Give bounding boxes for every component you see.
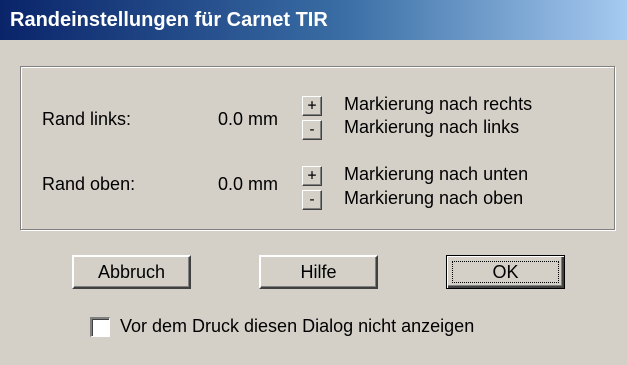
top-margin-increase-button[interactable]: + bbox=[302, 166, 322, 186]
left-margin-value: 0.0 mm bbox=[218, 109, 279, 129]
dialog-title: Randeinstellungen für Carnet TIR bbox=[10, 9, 328, 31]
top-margin-plus-description: Markierung nach unten bbox=[344, 164, 529, 184]
top-margin-minus-description: Markierung nach oben bbox=[344, 188, 524, 208]
left-margin-increase-button[interactable]: + bbox=[302, 96, 322, 116]
ok-button-label: OK bbox=[452, 261, 559, 283]
ok-button[interactable]: OK bbox=[446, 255, 565, 289]
help-button[interactable]: Hilfe bbox=[259, 255, 378, 289]
dont-show-dialog-label[interactable]: Vor dem Druck diesen Dialog nicht anzeig… bbox=[120, 316, 474, 337]
left-margin-decrease-button[interactable]: - bbox=[302, 120, 322, 140]
left-margin-label: Rand links: bbox=[42, 109, 132, 129]
left-margin-plus-description: Markierung nach rechts bbox=[344, 94, 533, 114]
top-margin-label: Rand oben: bbox=[42, 174, 136, 194]
left-margin-minus-description: Markierung nach links bbox=[344, 117, 520, 137]
top-margin-value: 0.0 mm bbox=[218, 174, 279, 194]
top-margin-decrease-button[interactable]: - bbox=[302, 190, 322, 210]
cancel-button[interactable]: Abbruch bbox=[72, 255, 191, 289]
title-bar[interactable]: Randeinstellungen für Carnet TIR bbox=[0, 0, 627, 40]
margin-settings-dialog: Randeinstellungen für Carnet TIR Rand li… bbox=[0, 0, 627, 365]
dont-show-dialog-checkbox[interactable] bbox=[90, 317, 110, 337]
